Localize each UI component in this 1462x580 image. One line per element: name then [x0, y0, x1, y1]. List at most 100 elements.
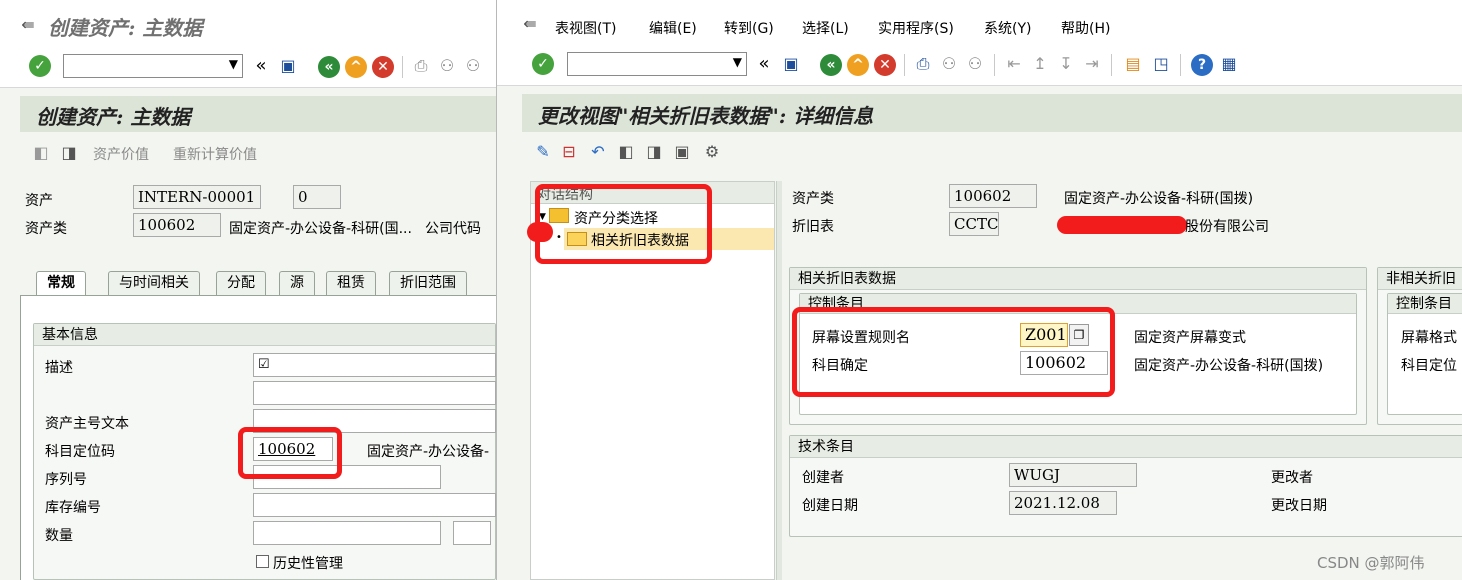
tab-leasing[interactable]: 租赁 [326, 271, 376, 295]
menu-table-view[interactable]: 表视图(T) [555, 18, 616, 38]
menu-edit[interactable]: 编辑(E) [649, 18, 697, 38]
save-icon[interactable]: ▣ [277, 55, 299, 77]
left-window-title: 创建资产: 主数据 [48, 16, 203, 40]
double-left-icon[interactable]: « [753, 53, 775, 75]
back-icon[interactable]: « [318, 56, 340, 78]
non-dep-layout-label: 屏幕格式 [1401, 330, 1457, 346]
new-session-icon[interactable]: ▤ [1122, 53, 1144, 75]
inventory-label: 库存编号 [45, 500, 101, 516]
asset-label: 资产 [25, 193, 53, 209]
cancel-icon[interactable]: ✕ [874, 54, 896, 76]
variant-icon[interactable]: ⚙ [701, 141, 723, 163]
chevron-down-icon[interactable]: ▼ [733, 55, 742, 69]
menu-goto[interactable]: 转到(G) [724, 18, 774, 38]
redacted-mark [1057, 216, 1187, 234]
find-icon[interactable]: ⚇ [436, 55, 458, 77]
right-screen-titlebar: 更改视图"相关折旧表数据": 详细信息 [522, 94, 1462, 132]
exit-button-icon[interactable]: ^ [345, 56, 367, 78]
prev-entry-icon[interactable]: ◧ [30, 142, 52, 164]
double-left-icon[interactable]: « [250, 55, 272, 77]
changed-on-label: 更改日期 [1271, 498, 1327, 514]
history-checkbox[interactable] [256, 555, 269, 568]
back-icon[interactable]: « [820, 54, 842, 76]
prev-page-icon[interactable]: ↥ [1029, 53, 1051, 75]
desc-field-2[interactable] [253, 381, 496, 405]
menu-system[interactable]: 系统(Y) [984, 18, 1031, 38]
undo-icon[interactable]: ↶ [587, 141, 609, 163]
asset-class-label: 资产类 [25, 221, 67, 237]
print-icon[interactable]: ⎙ [410, 55, 432, 77]
left-titlebar: ⇚ 创建资产: 主数据 [0, 0, 496, 48]
basic-info-title: 基本信息 [34, 324, 495, 346]
red-dot [527, 222, 553, 242]
acct-det-desc: 固定资产-办公设备-科研(国拨) [1134, 358, 1324, 374]
asset-number-field: INTERN-00001 [133, 185, 261, 209]
unit-field[interactable] [453, 521, 491, 545]
display-change-icon[interactable]: ✎ [532, 141, 554, 163]
non-dep-acct-label: 科目定位 [1401, 358, 1457, 374]
main-text-label: 资产主号文本 [45, 416, 129, 432]
prev-entry-icon[interactable]: ◧ [615, 141, 637, 163]
help-icon[interactable]: ? [1191, 54, 1213, 76]
command-field[interactable]: ▼ [63, 54, 243, 78]
right-screen-title: 更改视图"相关折旧表数据": 详细信息 [538, 104, 874, 128]
print-icon[interactable]: ⎙ [912, 53, 934, 75]
tab-assignments[interactable]: 分配 [216, 271, 266, 295]
non-dep-data-title: 非相关折旧 [1378, 268, 1462, 290]
tab-dep-areas[interactable]: 折旧范围 [389, 271, 467, 295]
tree-red-box [535, 184, 712, 264]
recalculate-button[interactable]: 重新计算价值 [173, 144, 257, 164]
desc-label: 描述 [45, 360, 73, 376]
find-next-icon[interactable]: ⚇ [964, 53, 986, 75]
tab-origin[interactable]: 源 [279, 271, 315, 295]
history-label: 历史性管理 [273, 556, 343, 572]
quantity-label: 数量 [45, 528, 73, 544]
menu-select[interactable]: 选择(L) [802, 18, 849, 38]
asset-class-label: 资产类 [792, 191, 834, 207]
watermark: CSDN @郭阿伟 [1317, 554, 1425, 572]
asset-class-desc: 固定资产-办公设备-科研(国拨) [1064, 191, 1254, 207]
save-icon[interactable]: ▣ [780, 53, 802, 75]
find-icon[interactable]: ⚇ [938, 53, 960, 75]
menu-utilities[interactable]: 实用程序(S) [878, 18, 954, 38]
select-all-icon[interactable]: ▣ [671, 141, 693, 163]
dep-data-title: 相关折旧表数据 [790, 268, 1366, 290]
quantity-field[interactable] [253, 521, 441, 545]
left-std-toolbar: ✓ ▼ « ▣ « ^ ✕ ⎙ ⚇ ⚇ [0, 48, 496, 88]
cancel-icon[interactable]: ✕ [372, 56, 394, 78]
exit-icon[interactable]: ⇚ [17, 14, 39, 36]
company-code-label: 公司代码 [425, 221, 481, 237]
inventory-field[interactable] [253, 493, 496, 517]
layout-menu-icon[interactable]: ▦ [1218, 53, 1240, 75]
exit-button-icon[interactable]: ^ [847, 54, 869, 76]
menu-exit-icon[interactable]: ⇚ [519, 13, 541, 35]
left-screen-titlebar: 创建资产: 主数据 [20, 96, 496, 132]
tab-time-dependent[interactable]: 与时间相关 [108, 271, 200, 295]
left-screen-title: 创建资产: 主数据 [36, 105, 191, 129]
enter-icon[interactable]: ✓ [532, 53, 554, 75]
next-page-icon[interactable]: ↧ [1055, 53, 1077, 75]
last-page-icon[interactable]: ⇥ [1081, 53, 1103, 75]
non-dep-control-group: 控制条目 [1387, 293, 1462, 415]
right-std-toolbar: ✓ ▼ « ▣ « ^ ✕ ⎙ ⚇ ⚇ ⇤ ↥ ↧ ⇥ ▤ ◳ ? ▦ [497, 46, 1462, 86]
created-on-label: 创建日期 [802, 498, 858, 514]
find-next-icon[interactable]: ⚇ [462, 55, 484, 77]
tab-general[interactable]: 常规 [36, 271, 86, 295]
desc-field[interactable]: ☑ [253, 353, 496, 377]
chevron-down-icon[interactable]: ▼ [229, 57, 238, 71]
chart-of-dep-desc: 股份有限公司 [1185, 219, 1269, 235]
tech-title: 技术条目 [790, 436, 1462, 458]
next-entry-icon[interactable]: ◨ [58, 142, 80, 164]
delete-icon[interactable]: ⊟ [558, 141, 580, 163]
acct-det-label: 科目定位码 [45, 444, 115, 460]
asset-values-button[interactable]: 资产价值 [93, 144, 149, 164]
shortcut-icon[interactable]: ◳ [1150, 53, 1172, 75]
chart-of-dep-label: 折旧表 [792, 219, 834, 235]
layout-desc: 固定资产屏幕变式 [1134, 330, 1246, 346]
first-page-icon[interactable]: ⇤ [1003, 53, 1025, 75]
asset-sub-field: 0 [293, 185, 341, 209]
command-field[interactable]: ▼ [567, 52, 747, 76]
menu-help[interactable]: 帮助(H) [1061, 18, 1110, 38]
enter-icon[interactable]: ✓ [29, 55, 51, 77]
next-entry-icon[interactable]: ◨ [643, 141, 665, 163]
